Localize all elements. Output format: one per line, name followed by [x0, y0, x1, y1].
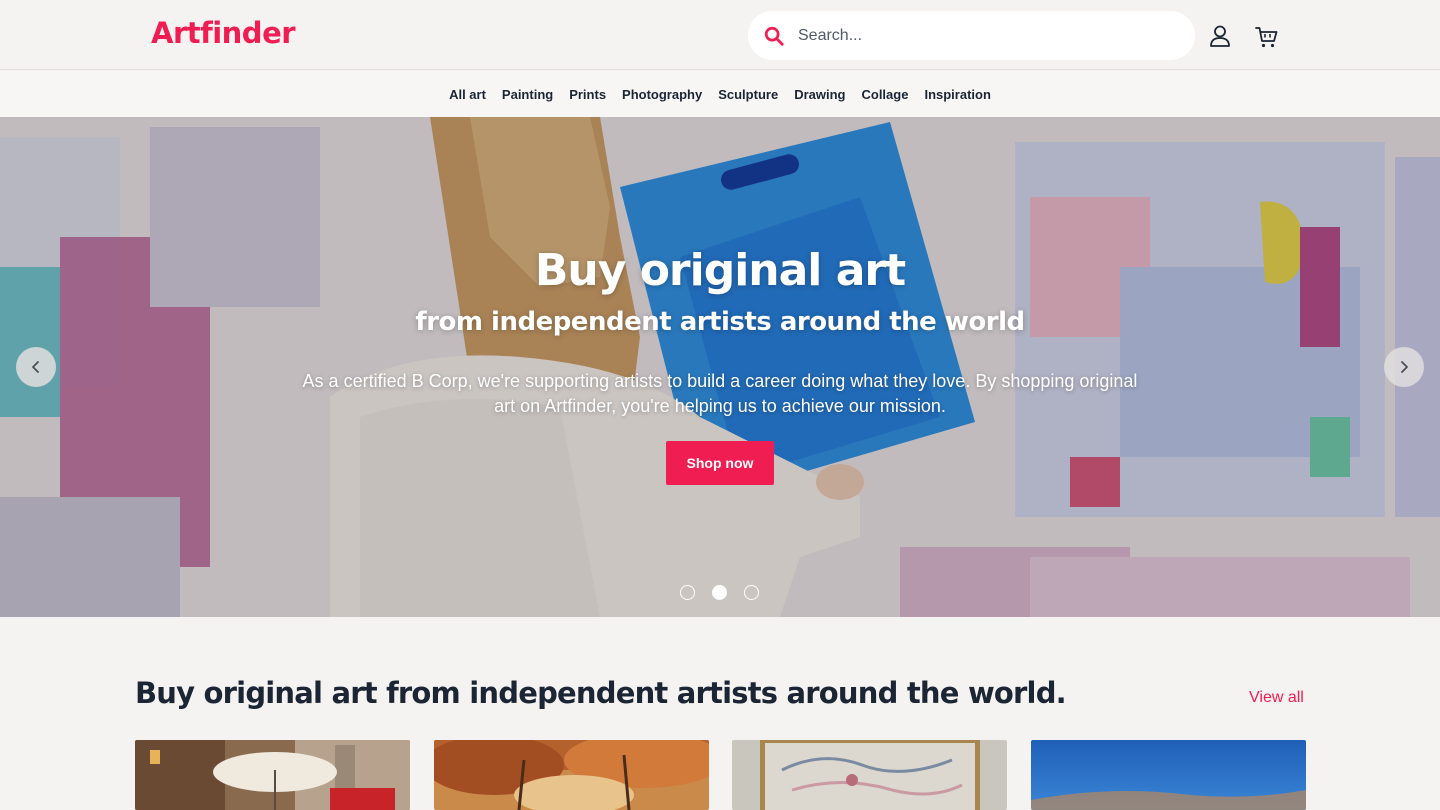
artwork-card[interactable] [1031, 740, 1306, 810]
nav-item-all-art[interactable]: All art [449, 87, 486, 102]
hero-title: Buy original art [534, 245, 906, 296]
nav-item-prints[interactable]: Prints [569, 87, 606, 102]
artwork-thumbnail [434, 740, 709, 810]
artwork-thumbnail [732, 740, 1007, 810]
nav-item-inspiration[interactable]: Inspiration [924, 87, 990, 102]
carousel-dots [680, 585, 759, 600]
hero-description: As a certified B Corp, we're supporting … [302, 371, 1138, 416]
view-all-link[interactable]: View all [1249, 689, 1304, 707]
carousel-prev-button[interactable] [16, 347, 56, 387]
site-header: Artfinder [0, 0, 1440, 70]
artwork-thumbnail [135, 740, 410, 810]
artfinder-logo[interactable]: Artfinder [151, 16, 296, 50]
nav-item-collage[interactable]: Collage [861, 87, 908, 102]
user-icon[interactable] [1207, 23, 1233, 49]
artwork-thumbnail [1031, 740, 1306, 810]
carousel-dot-2[interactable] [712, 585, 727, 600]
carousel-dot-1[interactable] [680, 585, 695, 600]
category-nav: All art Painting Prints Photography Scul… [0, 71, 1440, 117]
shop-now-button[interactable]: Shop now [666, 441, 774, 485]
nav-item-photography[interactable]: Photography [622, 87, 702, 102]
search-icon[interactable] [763, 25, 785, 47]
nav-item-drawing[interactable]: Drawing [794, 87, 845, 102]
cart-icon[interactable] [1254, 24, 1280, 50]
search-input[interactable] [798, 21, 1178, 50]
carousel-next-button[interactable] [1384, 347, 1424, 387]
hero-overlay [0, 117, 1440, 617]
section-title: Buy original art from independent artist… [135, 676, 1067, 710]
carousel-dot-3[interactable] [744, 585, 759, 600]
artwork-card[interactable] [135, 740, 410, 810]
artwork-card[interactable] [732, 740, 1007, 810]
hero-carousel: Buy original art from independent artist… [0, 117, 1440, 617]
search-bar[interactable] [748, 11, 1195, 60]
nav-item-sculpture[interactable]: Sculpture [718, 87, 778, 102]
chevron-right-icon [1401, 361, 1408, 373]
chevron-left-icon [32, 361, 39, 373]
hero-subtitle: from independent artists around the worl… [415, 307, 1025, 337]
nav-item-painting[interactable]: Painting [502, 87, 553, 102]
artwork-card[interactable] [434, 740, 709, 810]
